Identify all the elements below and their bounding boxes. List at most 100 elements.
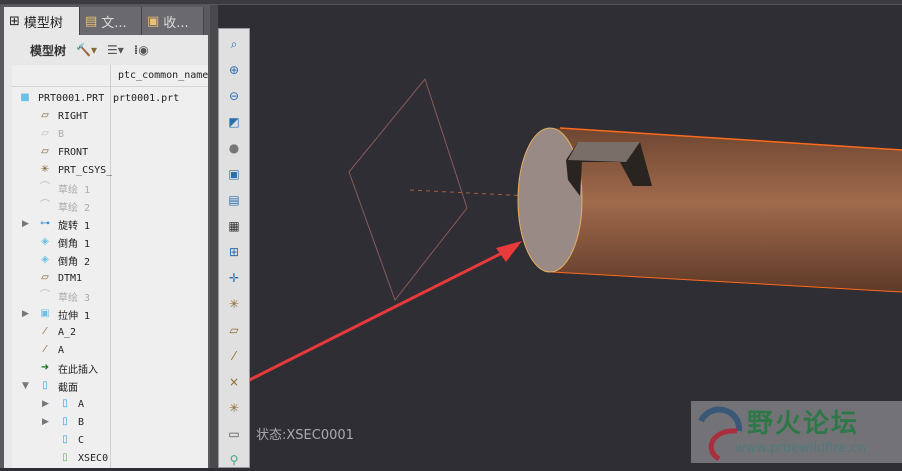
tree-item[interactable]: ▼ ▯ 截面 bbox=[12, 377, 208, 395]
tree-item-label: 截面 bbox=[58, 382, 78, 394]
expand-toggle-icon[interactable]: ▶ bbox=[42, 417, 49, 427]
tree-item[interactable]: ◈ 倒角 2 bbox=[12, 251, 208, 269]
tree-item[interactable]: ▱ FRONT bbox=[12, 143, 208, 161]
extrude-icon: ▣ bbox=[40, 308, 50, 319]
tree-item-label: 旋转 1 bbox=[58, 220, 91, 232]
datum-plane-dtm1 bbox=[348, 77, 468, 302]
axis-icon: ⁄ bbox=[44, 326, 46, 337]
zoom-in-icon[interactable]: ⊕ bbox=[223, 59, 245, 81]
tree-item[interactable]: ⁄ A_2 bbox=[12, 323, 208, 341]
tree-item-common-name: prt0001.prt bbox=[113, 92, 180, 104]
panel-title: 模型树 bbox=[30, 43, 67, 58]
tree-item[interactable]: ▶ ▣ 拉伸 1 bbox=[12, 305, 208, 323]
tree-item[interactable]: ⁄ A bbox=[12, 341, 208, 359]
csys-display-icon[interactable]: ✳ bbox=[223, 293, 245, 315]
tree-item-label: 草绘 2 bbox=[58, 202, 91, 214]
filter-display-icon[interactable]: ⁞◉ bbox=[134, 43, 149, 57]
tab-favorites[interactable]: ▣ 收... bbox=[142, 7, 204, 35]
tree-item-label: RIGHT bbox=[58, 110, 89, 122]
sketch-icon: ⌒ bbox=[40, 290, 50, 301]
tree-item-label: PRT0001.PRT bbox=[38, 92, 105, 104]
plane-display-icon[interactable]: ▱ bbox=[223, 319, 245, 341]
tree-icon: ⊞ bbox=[9, 13, 20, 29]
tab-folder[interactable]: ▤ 文... bbox=[80, 7, 142, 35]
model-tree-panel: ⊞ 模型树 ▤ 文... ▣ 收... 模型树 🔨▾ ☰▾ ⁞◉ ptc_common… bbox=[0, 5, 210, 468]
part-icon: ■ bbox=[20, 92, 30, 103]
tree-item[interactable]: ✳ PRT_CSYS_ bbox=[12, 161, 208, 179]
axis-display-icon[interactable]: ⁄ bbox=[223, 345, 245, 367]
spin-center-icon[interactable]: ✛ bbox=[223, 267, 245, 289]
section-icon: ▯ bbox=[42, 380, 48, 391]
tree-item[interactable]: ▯ C bbox=[12, 431, 208, 449]
datum-plane-icon: ▱ bbox=[41, 272, 49, 283]
tree-item-label: 草绘 1 bbox=[58, 184, 91, 196]
section-active-icon: ▯ bbox=[62, 452, 68, 463]
tree-item-label: XSEC0 bbox=[78, 452, 109, 464]
expand-toggle-icon[interactable]: ▶ bbox=[22, 309, 29, 319]
reorient-icon[interactable]: ⊞ bbox=[223, 241, 245, 263]
sketch-icon: ⌒ bbox=[40, 182, 50, 193]
tree-item[interactable]: ▱ RIGHT bbox=[12, 107, 208, 125]
view-orientation-icon[interactable]: ▣ bbox=[223, 163, 245, 185]
expand-toggle-icon[interactable]: ▼ bbox=[22, 381, 29, 391]
view-toolbar: ⌕ ⊕ ⊖ ◩ ● ▣ ▤ ▦ ⊞ ✛ ✳ ▱ ⁄ × ✳ ▭ ⚲ bbox=[218, 28, 250, 468]
tree-item-label: DTM1 bbox=[58, 272, 83, 284]
tree-item-label: 在此插入 bbox=[58, 364, 98, 376]
saved-views-icon[interactable]: ▤ bbox=[223, 189, 245, 211]
tree-item[interactable]: ◈ 倒角 1 bbox=[12, 233, 208, 251]
csys-icon: ✳ bbox=[40, 164, 50, 175]
shading-icon[interactable]: ● bbox=[223, 137, 245, 159]
chamfer-icon: ◈ bbox=[41, 254, 49, 265]
sketch-icon: ⌒ bbox=[40, 200, 50, 211]
panel-splitter[interactable] bbox=[210, 5, 218, 468]
tree-item[interactable]: ⌒ 草绘 1 bbox=[12, 179, 208, 197]
favorites-icon: ▣ bbox=[147, 13, 160, 29]
tree-item-label: 草绘 3 bbox=[58, 292, 91, 304]
tree-item[interactable]: ▶ ▯ B bbox=[12, 413, 208, 431]
tree-item-label: A bbox=[78, 398, 85, 410]
tree-item[interactable]: ⌒ 草绘 3 bbox=[12, 287, 208, 305]
show-list-icon[interactable]: ☰▾ bbox=[107, 43, 124, 57]
arrow-head-icon bbox=[496, 241, 522, 262]
revolve-icon: ⊶ bbox=[40, 218, 50, 229]
tree-item[interactable]: ▱ B bbox=[12, 125, 208, 143]
annotation-arrow bbox=[250, 244, 517, 382]
cylinder-section-face bbox=[517, 127, 583, 273]
graphics-viewport[interactable] bbox=[250, 5, 902, 468]
tree-item-label: C bbox=[78, 434, 85, 446]
chamfer-icon: ◈ bbox=[41, 236, 49, 247]
tree-item-label: FRONT bbox=[58, 146, 89, 158]
zoom-fit-icon[interactable]: ⌕ bbox=[223, 33, 245, 55]
tab-model-tree[interactable]: ⊞ 模型树 bbox=[4, 7, 80, 35]
section-icon: ▯ bbox=[62, 416, 68, 427]
annotation-display-icon[interactable]: ▭ bbox=[223, 423, 245, 445]
insert-here-icon: ➜ bbox=[40, 362, 50, 373]
tree-item[interactable]: ▶ ⊶ 旋转 1 bbox=[12, 215, 208, 233]
tree-item-label: 倒角 1 bbox=[58, 238, 91, 250]
tree-item[interactable]: ➜ 在此插入 bbox=[12, 359, 208, 377]
tree-item-label: 拉伸 1 bbox=[58, 310, 91, 322]
section-icon: ▯ bbox=[62, 398, 68, 409]
tree-item-label: A bbox=[58, 344, 65, 356]
datum-plane-icon: ▱ bbox=[41, 110, 49, 121]
tree-item[interactable]: ▱ DTM1 bbox=[12, 269, 208, 287]
point-display-icon[interactable]: × bbox=[223, 371, 245, 393]
tree-item[interactable]: ⌒ 草绘 2 bbox=[12, 197, 208, 215]
repaint-icon[interactable]: ◩ bbox=[223, 111, 245, 133]
tree-item[interactable]: ▶ ▯ A bbox=[12, 395, 208, 413]
section-icon: ▯ bbox=[62, 434, 68, 445]
view-manager-icon[interactable]: ▦ bbox=[223, 215, 245, 237]
settings-tools-icon[interactable]: 🔨▾ bbox=[76, 43, 97, 57]
model-tree: ptc_common_name ■ PRT0001.PRT prt0001.prt ▱… bbox=[12, 65, 208, 468]
expand-toggle-icon[interactable]: ▶ bbox=[22, 219, 29, 229]
tree-item-label: B bbox=[58, 128, 65, 140]
watermark-logo: 野火论坛 www.proewildfire.cn bbox=[691, 401, 902, 463]
tree-item[interactable]: ▯ XSEC0 bbox=[12, 449, 208, 467]
expand-toggle-icon[interactable]: ▶ bbox=[42, 399, 49, 409]
tree-item-label: B bbox=[78, 416, 85, 428]
zoom-out-icon[interactable]: ⊖ bbox=[223, 85, 245, 107]
csys-toggle-icon[interactable]: ✳ bbox=[223, 397, 245, 419]
axis-icon: ⁄ bbox=[44, 344, 46, 355]
tree-item-label: 倒角 2 bbox=[58, 256, 91, 268]
tree-item[interactable]: ■ PRT0001.PRT prt0001.prt bbox=[12, 89, 208, 107]
